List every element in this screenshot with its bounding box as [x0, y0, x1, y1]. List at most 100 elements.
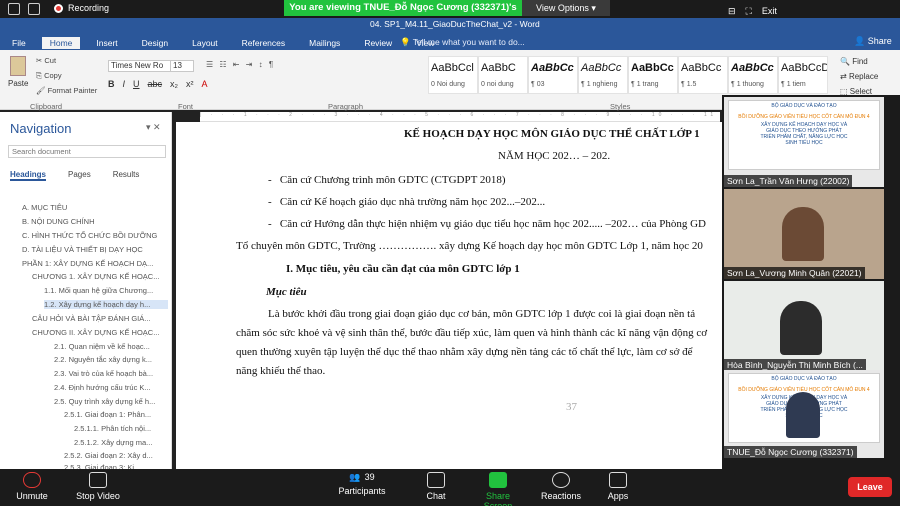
participants-button[interactable]: 👥 39 Participants [336, 472, 388, 496]
nav-heading-item[interactable]: 2.4. Định hướng cấu trúc K... [54, 383, 166, 392]
find-button[interactable]: 🔍 Find [840, 54, 878, 69]
viewing-banner: You are viewing TNUE_Đỗ Ngọc Cương (3323… [284, 0, 522, 29]
tell-me-search[interactable]: 💡 Tell me what you want to do... [400, 37, 525, 48]
leave-button[interactable]: Leave [848, 477, 892, 497]
participant-tile[interactable]: Hòa Bình_Nguyễn Thị Minh Bích (... [724, 281, 884, 371]
doc-subheading: Mục tiêu [266, 286, 307, 298]
nav-heading-item[interactable]: 2.5.1. Giai đoạn 1: Phân... [64, 410, 166, 419]
nav-close-icon[interactable]: ▾ ✕ [146, 122, 161, 133]
style-item[interactable]: AaBbCc ¶ 1 nghieng [578, 56, 628, 94]
participant-name: TNUE_Đỗ Ngọc Cương (332371) [724, 446, 857, 458]
minimize-icon[interactable]: ⊟ [728, 6, 736, 17]
font-group-label: Font [178, 102, 194, 111]
nav-heading-item[interactable]: 2.5. Quy trình xây dựng kế h... [54, 397, 166, 406]
cut-button[interactable]: ✂ Cut [36, 56, 56, 65]
document-page[interactable]: KẾ HOẠCH DẠY HỌC MÔN GIÁO DỤC THỂ CHẤT L… [176, 122, 724, 469]
window-title: 04. SP1_M4.11_GiaoDucTheChat_v2 - Word [370, 19, 540, 29]
tab-insert[interactable]: Insert [96, 38, 117, 48]
tab-review[interactable]: Review [364, 38, 392, 48]
share-button[interactable]: 👤 Share [854, 36, 892, 47]
navigation-search-input[interactable] [8, 145, 166, 158]
camera-icon [89, 472, 107, 488]
share-screen-button[interactable]: Share Screen [472, 472, 524, 506]
nav-heading-item[interactable]: B. NỘI DUNG CHÍNH [22, 217, 182, 226]
tab-design[interactable]: Design [142, 38, 168, 48]
style-item[interactable]: AaBbCc ¶ 03 [528, 56, 578, 94]
nav-heading-item[interactable]: 2.5.1.1. Phân tích nội... [74, 424, 166, 433]
paragraph-buttons[interactable]: ☰ ☷ ⇤ ⇥ ↕ ¶ [206, 60, 275, 69]
doc-bullet: - Căn cứ Chương trình môn GDTC (CTGDPT 2… [268, 174, 506, 186]
clipboard-group-label: Clipboard [30, 102, 63, 111]
style-item[interactable]: AaBbCcl 0 Noi dung [428, 56, 478, 94]
italic-button[interactable]: I [123, 79, 126, 89]
style-item[interactable]: AaBbCc ¶ 1 trang [628, 56, 678, 94]
nav-tab-headings[interactable]: Headings [10, 170, 47, 181]
nav-heading-item[interactable]: A. MỤC TIÊU [22, 203, 182, 212]
paste-label: Paste [8, 79, 29, 88]
clipboard-icon [10, 56, 27, 76]
reactions-button[interactable]: Reactions [541, 472, 581, 501]
view-options-button[interactable]: View Options ▾ [522, 0, 610, 16]
reactions-label: Reactions [541, 491, 582, 501]
nav-heading-item[interactable]: C. HÌNH THỨC TỔ CHỨC BỒI DƯỠNG [22, 231, 182, 240]
nav-heading-item[interactable]: CÂU HỎI VÀ BÀI TẬP ĐÁNH GIÁ... [32, 314, 168, 323]
tab-layout[interactable]: Layout [192, 38, 218, 48]
nav-heading-item[interactable]: 2.5.1.2. Xây dựng ma... [74, 438, 166, 447]
replace-button[interactable]: ⇄ Replace [840, 69, 878, 84]
style-item[interactable]: AaBbC 0 noi dung [478, 56, 528, 94]
nav-heading-item[interactable]: 2.1. Quan niệm về kế hoạc... [54, 342, 166, 351]
nav-heading-item[interactable]: D. TÀI LIỆU VÀ THIẾT BỊ DẠY HỌC [22, 245, 182, 254]
tab-references[interactable]: References [242, 38, 285, 48]
participant-video [780, 301, 822, 355]
tab-file[interactable]: File [12, 38, 26, 48]
paste-button[interactable]: Paste [8, 56, 28, 88]
participant-tile-active[interactable]: BỘ GIÁO DỤC VÀ ĐÀO TẠO BỒI DƯỠNG GIÁO VI… [724, 370, 884, 458]
nav-tab-pages[interactable]: Pages [68, 170, 91, 181]
doc-school-year: NĂM HỌC 202… – 202. [498, 150, 611, 162]
nav-heading-item[interactable]: 1.1. Mối quan hệ giữa Chương... [44, 286, 168, 295]
subscript-button[interactable]: x₂ [170, 79, 178, 89]
gallery-icon[interactable] [8, 3, 20, 15]
nav-heading-item[interactable]: PHẦN 1: XÂY DỰNG KẾ HOẠCH DẠ... [22, 259, 182, 268]
participant-tile[interactable]: Sơn La_Vương Minh Quân (22021) [724, 189, 884, 279]
copy-button[interactable]: ⎘ Copy [36, 71, 62, 81]
apps-label: Apps [607, 491, 629, 501]
share-screen-label: Share Screen [483, 491, 513, 506]
nav-heading-item[interactable]: 2.5.2. Giai đoạn 2: Xây d... [64, 451, 166, 460]
style-item[interactable]: AaBbCc ¶ 1.5 [678, 56, 728, 94]
editing-group: 🔍 Find ⇄ Replace ⬚ Select [840, 54, 878, 99]
nav-heading-item[interactable]: CHƯƠNG II. XÂY DỰNG KẾ HOẠC... [32, 328, 168, 337]
recording-indicator[interactable]: Recording [54, 3, 109, 13]
format-painter-button[interactable]: 🖌 Format Painter [36, 86, 97, 95]
stop-video-button[interactable]: Stop Video [74, 472, 122, 501]
tab-mailings[interactable]: Mailings [309, 38, 340, 48]
participant-tile[interactable]: BỘ GIÁO DỤC VÀ ĐÀO TẠO BỒI DƯỠNG GIÁO VI… [724, 97, 884, 187]
style-item[interactable]: AaBbCc ¶ 1 thuong [728, 56, 778, 94]
nav-heading-item[interactable]: 2.3. Vai trò của kế hoạch bà... [54, 369, 166, 378]
font-format-buttons: B I U abc x₂ x² A [108, 79, 208, 89]
superscript-button[interactable]: x² [186, 79, 194, 89]
lightbulb-icon: 💡 [400, 37, 413, 47]
chat-button[interactable]: Chat [424, 472, 448, 501]
nav-heading-item[interactable]: CHƯƠNG 1. XÂY DỰNG KẾ HOẠC... [32, 272, 168, 281]
font-color-icon[interactable]: A [202, 79, 208, 89]
underline-button[interactable]: U [133, 79, 140, 89]
bold-button[interactable]: B [108, 79, 115, 89]
unmute-button[interactable]: Unmute [14, 472, 50, 501]
fullscreen-icon[interactable] [28, 3, 40, 15]
smiley-icon [552, 472, 570, 488]
exit-icon[interactable]: ⛶ [746, 6, 752, 17]
slide-org: BỘ GIÁO DỤC VÀ ĐÀO TẠO [771, 103, 837, 109]
font-size-select[interactable]: 13 [170, 60, 194, 72]
strikethrough-button[interactable]: abc [148, 79, 163, 89]
exit-label[interactable]: Exit [762, 6, 777, 17]
apps-button[interactable]: Apps [606, 472, 630, 501]
styles-gallery: AaBbCcl 0 Noi dung AaBbC 0 noi dung AaBbCc… [428, 56, 828, 94]
meeting-toolbar [0, 469, 900, 506]
horizontal-ruler[interactable]: | · · · 1 · · · 2 · · · 3 · · · 4 · · · … [200, 112, 720, 122]
nav-tab-results[interactable]: Results [113, 170, 140, 181]
tab-home[interactable]: Home [41, 37, 81, 49]
style-item[interactable]: AaBbCcD ¶ 1 tiem [778, 56, 828, 94]
nav-heading-item[interactable]: 2.2. Nguyên tắc xây dựng k... [54, 355, 166, 364]
nav-heading-item-current[interactable]: 1.2. Xây dựng kế hoạch dạy h... [44, 300, 168, 309]
